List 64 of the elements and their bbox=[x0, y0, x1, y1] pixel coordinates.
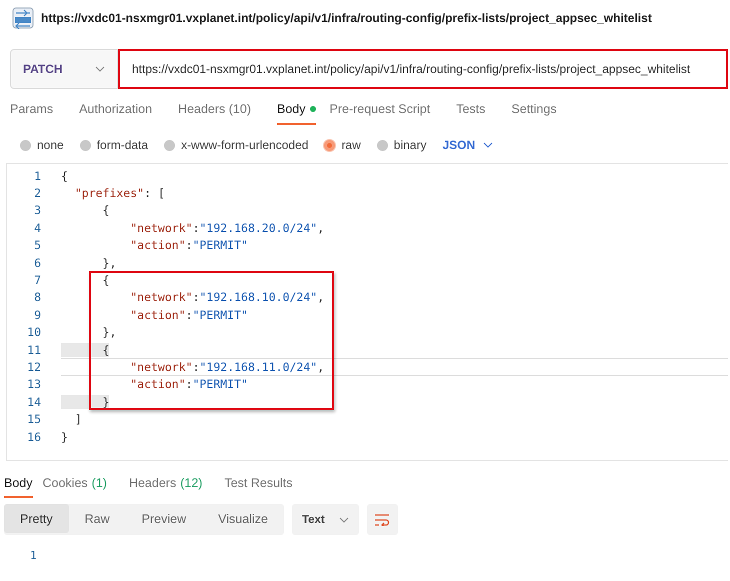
format-dropdown[interactable]: JSON bbox=[442, 138, 494, 152]
view-mode-tab[interactable]: Visualize bbox=[202, 504, 284, 533]
body-type-radio[interactable]: binary bbox=[376, 138, 426, 152]
code-line: "network":"192.168.20.0/24", bbox=[129, 220, 326, 237]
response-tab[interactable]: Test Results bbox=[224, 471, 305, 498]
code-line: "prefixes": [ bbox=[74, 185, 166, 202]
view-mode-tab[interactable]: Preview bbox=[126, 504, 202, 533]
line-number: 1 bbox=[30, 549, 37, 562]
code-line: } bbox=[61, 393, 728, 410]
request-tab[interactable]: Tests bbox=[456, 97, 498, 125]
line-number: 16 bbox=[26, 430, 42, 444]
body-type-radio[interactable]: raw bbox=[324, 138, 361, 152]
code-line: { bbox=[61, 340, 728, 358]
line-number: 1 bbox=[33, 168, 42, 183]
request-tab[interactable]: Body bbox=[277, 97, 316, 125]
request-title: https://vxdc01-nsxmgr01.vxplanet.int/policy/api/v1/infra/routing-config/prefix-lists/project_appsec_whitelist bbox=[41, 11, 652, 25]
request-tab[interactable]: Authorization bbox=[79, 97, 164, 125]
request-tab[interactable]: Headers (10) bbox=[178, 97, 263, 125]
response-tab[interactable]: Cookies (1) bbox=[42, 471, 119, 498]
request-tab[interactable]: Settings bbox=[511, 97, 569, 125]
code-line: } bbox=[61, 428, 69, 446]
code-line: "network":"192.168.10.0/24", bbox=[129, 289, 326, 306]
request-tab[interactable]: Params bbox=[10, 97, 66, 125]
response-format-dropdown[interactable]: Text bbox=[292, 504, 359, 535]
url-field[interactable]: https://vxdc01-nsxmgr01.vxplanet.int/policy/api/v1/infra/routing-config/prefix-lists/project_appsec_whitelist bbox=[118, 49, 728, 89]
code-line: { bbox=[102, 272, 110, 289]
line-number: 13 bbox=[26, 377, 42, 392]
chevron-down-icon bbox=[483, 142, 494, 148]
body-type-radio[interactable]: none bbox=[20, 138, 64, 152]
code-line: { bbox=[61, 168, 69, 184]
line-number: 14 bbox=[26, 394, 42, 409]
code-line: ] bbox=[74, 411, 83, 428]
code-line: }, bbox=[102, 254, 118, 272]
code-line: "action":"PERMIT" bbox=[129, 376, 249, 394]
line-number: 4 bbox=[33, 220, 42, 235]
line-number: 2 bbox=[33, 186, 42, 200]
request-tab[interactable]: Pre-request Script bbox=[330, 97, 442, 125]
response-tab[interactable]: Body bbox=[4, 471, 32, 498]
code-line: { bbox=[102, 202, 110, 220]
line-number: 10 bbox=[26, 325, 42, 340]
body-type-radio[interactable]: form-data bbox=[80, 138, 148, 152]
http-file-icon bbox=[12, 7, 34, 29]
line-number: 6 bbox=[33, 256, 42, 270]
wrap-lines-button[interactable] bbox=[366, 504, 398, 535]
code-line: "action":"PERMIT" bbox=[129, 237, 249, 254]
chevron-down-icon bbox=[95, 66, 105, 72]
line-number: 7 bbox=[33, 273, 42, 288]
line-number: 15 bbox=[26, 412, 42, 426]
line-number: 9 bbox=[33, 308, 42, 322]
line-number: 5 bbox=[33, 238, 42, 252]
view-mode-tab[interactable]: Pretty bbox=[4, 504, 69, 533]
line-number: 11 bbox=[26, 342, 42, 357]
wrap-lines-icon bbox=[374, 514, 390, 526]
chevron-down-icon bbox=[338, 516, 349, 522]
method-dropdown[interactable]: PATCH bbox=[10, 49, 118, 89]
body-type-radio[interactable]: x-www-form-urlencoded bbox=[164, 138, 308, 152]
view-mode-tab[interactable]: Raw bbox=[68, 504, 126, 533]
code-line: "action":"PERMIT" bbox=[129, 306, 249, 324]
line-number: 3 bbox=[33, 203, 42, 218]
response-tab[interactable]: Headers (12) bbox=[128, 471, 214, 498]
line-number: 8 bbox=[33, 290, 42, 304]
code-line: }, bbox=[102, 324, 118, 341]
line-number: 12 bbox=[26, 360, 42, 374]
code-line: "network":"192.168.11.0/24", bbox=[61, 358, 728, 376]
